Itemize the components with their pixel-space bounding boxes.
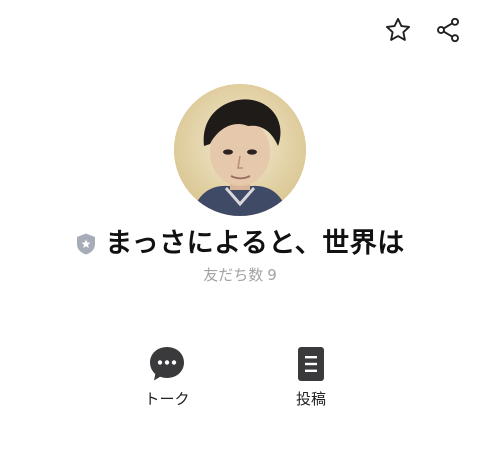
talk-button[interactable]: トーク: [127, 344, 207, 409]
friends-count-line: 友だち数 9: [0, 264, 480, 285]
profile-name: まっさによると、世界は: [105, 228, 405, 259]
post-label: 投稿: [295, 390, 326, 408]
profile-avatar[interactable]: [174, 84, 306, 216]
header-actions: [382, 14, 464, 46]
friends-label: 友だち数: [203, 266, 264, 284]
favorite-button[interactable]: [382, 14, 414, 46]
share-icon: [437, 17, 459, 43]
share-button[interactable]: [432, 14, 464, 46]
talk-label: トーク: [144, 390, 190, 408]
official-shield-icon: [75, 232, 97, 256]
avatar-image: [174, 84, 306, 216]
post-document-icon: [291, 344, 331, 384]
profile-name-row: まっさによると、世界は: [0, 227, 480, 261]
friends-count: 9: [267, 266, 277, 284]
profile-actions: トーク 投稿: [0, 344, 480, 414]
chat-bubble-icon: [147, 344, 187, 384]
post-button[interactable]: 投稿: [271, 344, 351, 409]
star-outline-icon: [385, 17, 411, 41]
